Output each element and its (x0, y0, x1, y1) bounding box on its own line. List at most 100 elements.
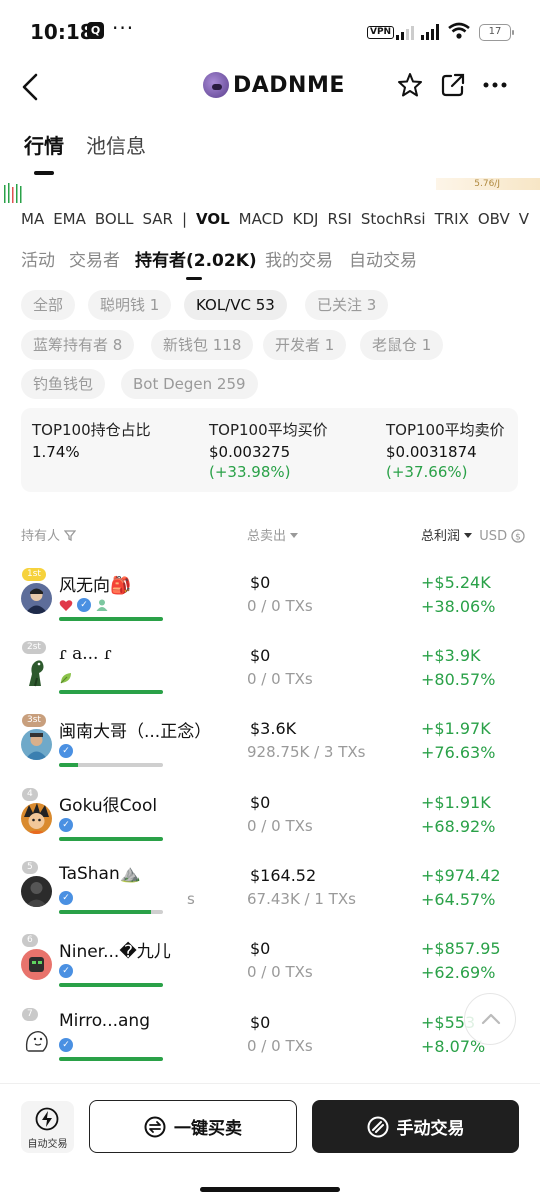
indicator-v[interactable]: V (519, 210, 529, 228)
total-profit: +$857.95 (421, 939, 501, 958)
total-profit: +$3.9K (421, 646, 481, 665)
table-row[interactable]: 3st 闽南大哥（...正念） ✓ $3.6K 928.75K / 3 TXs … (0, 714, 540, 787)
filter-chip-all[interactable]: 全部 (21, 290, 76, 320)
svg-text:$: $ (515, 533, 521, 543)
indicator-trix[interactable]: TRIX (435, 210, 469, 228)
table-row[interactable]: 6 Niner...�九儿 ✓ $0 0 / 0 TXs +$857.95 +6… (0, 934, 540, 1007)
manual-trade-button[interactable]: 手动交易 (312, 1100, 519, 1153)
total-profit: +$1.97K (421, 719, 491, 738)
profit-percent: +80.57% (421, 670, 496, 689)
filter-chip-smart-money[interactable]: 聪明钱 1 (88, 290, 172, 320)
chart-price-tag: 5.76/J (436, 178, 540, 190)
sort-down-icon (464, 533, 473, 538)
stat-top100-avg-buy: TOP100平均买价 $0.003275 (+33.98%) (209, 419, 328, 481)
holder-name[interactable]: TaShan⛰️ (59, 864, 141, 884)
stat-top100-holding: TOP100持仓占比 1.74% (32, 419, 151, 461)
table-row[interactable]: 7 Mirro...ang ✓ $0 0 / 0 TXs +$553 +8.07… (0, 1008, 540, 1081)
tx-count: 0 / 0 TXs (247, 597, 313, 615)
active-tab-indicator (34, 171, 54, 175)
top100-stats-card: TOP100持仓占比 1.74% TOP100平均买价 $0.003275 (+… (21, 408, 518, 492)
indicator-sar[interactable]: SAR (142, 210, 172, 228)
share-icon[interactable] (440, 72, 466, 98)
filter-chip-developer[interactable]: 开发者 1 (263, 330, 347, 360)
filter-icon[interactable] (63, 530, 77, 542)
back-arrow-icon[interactable] (18, 72, 42, 102)
active-subtab-indicator (186, 277, 202, 280)
filter-chip-new-wallet[interactable]: 新钱包 118 (151, 330, 254, 360)
holding-progress-fill (59, 763, 78, 767)
app-header: DADNME (0, 66, 540, 110)
indicator-boll[interactable]: BOLL (95, 210, 134, 228)
indicator-stochrsi[interactable]: StochRsi (361, 210, 426, 228)
col-sold-header[interactable]: 总卖出 (247, 525, 299, 544)
token-title: DADNME (203, 72, 345, 98)
verified-icon: ✓ (77, 598, 91, 612)
holder-name[interactable]: 闽南大哥（...正念） (59, 717, 211, 742)
holder-name[interactable]: Mirro...ang (59, 1011, 150, 1031)
indicator-vol[interactable]: VOL (196, 210, 230, 228)
leaf-icon (60, 673, 71, 684)
rank-badge: 3st (22, 714, 46, 727)
table-row[interactable]: 5 TaShan⛰️ ✓ s $164.52 67.43K / 1 TXs +$… (0, 861, 540, 934)
currency-label[interactable]: USD (479, 529, 507, 544)
indicator-ma[interactable]: MA (21, 210, 44, 228)
indicator-kdj[interactable]: KDJ (293, 210, 319, 228)
status-bar: 10:18 Q ··· VPN 17 (0, 0, 540, 66)
tab-activity[interactable]: 活动 (21, 246, 55, 271)
star-icon[interactable] (397, 72, 423, 98)
holder-name[interactable]: Niner...�九儿 (59, 937, 171, 962)
bottom-action-bar: 自动交易 一键买卖 手动交易 (0, 1083, 540, 1199)
total-sold: $0 (250, 573, 271, 592)
filter-chip-followed[interactable]: 已关注 3 (305, 290, 389, 320)
col-sold-label: 总卖出 (247, 529, 287, 544)
currency-switch-icon[interactable]: $ (511, 529, 525, 543)
indicator-divider: | (181, 210, 187, 228)
holding-progress-bar (59, 1057, 163, 1061)
table-row[interactable]: 2st ɾ a... ɾ $0 0 / 0 TXs +$3.9K +80.57% (0, 641, 540, 714)
indicator-macd[interactable]: MACD (239, 210, 284, 228)
holder-name[interactable]: 风无向🎒 (59, 571, 131, 596)
filter-chip-bluechip[interactable]: 蓝筹持有者 8 (21, 330, 135, 360)
holder-tags (59, 671, 73, 685)
chevron-up-icon (481, 1013, 501, 1025)
one-click-trade-button[interactable]: 一键买卖 (89, 1100, 297, 1153)
filter-chip-kol-vc[interactable]: KOL/VC 53 (184, 290, 287, 320)
tab-pool-info[interactable]: 池信息 (86, 130, 146, 159)
col-holder-header[interactable]: 持有人 (21, 525, 77, 544)
filter-chip-insider[interactable]: 老鼠仓 1 (360, 330, 444, 360)
indicator-obv[interactable]: OBV (478, 210, 510, 228)
holder-name[interactable]: ɾ a... ɾ (59, 644, 112, 664)
col-profit-header[interactable]: 总利润 USD $ (421, 525, 525, 544)
scroll-to-top-button[interactable] (464, 993, 516, 1045)
indicator-rsi[interactable]: RSI (327, 210, 351, 228)
avatar (21, 949, 52, 980)
filter-chip-bot-degen[interactable]: Bot Degen 259 (121, 369, 258, 399)
profit-percent: +64.57% (421, 890, 496, 909)
tab-market[interactable]: 行情 (24, 130, 64, 159)
avatar (21, 656, 52, 687)
stat-value: 1.74% (32, 443, 80, 461)
col-profit-label: 总利润 (421, 529, 461, 544)
tab-auto-trade[interactable]: 自动交易 (349, 246, 417, 271)
holder-name[interactable]: Goku很Cool (59, 791, 157, 816)
filter-chip-phishing[interactable]: 钓鱼钱包 (21, 369, 106, 399)
tx-count: 67.43K / 1 TXs (247, 890, 356, 908)
home-indicator[interactable] (200, 1187, 340, 1192)
tab-traders[interactable]: 交易者 (69, 246, 120, 271)
profit-percent: +68.92% (421, 817, 496, 836)
more-options-icon[interactable] (483, 82, 507, 88)
tab-holders[interactable]: 持有者(2.02K) (135, 246, 257, 271)
total-sold: $0 (250, 1013, 271, 1032)
auto-trade-button[interactable]: 自动交易 (21, 1101, 74, 1153)
table-row[interactable]: 1st 风无向🎒 ✓ $0 0 / 0 TXs +$5.24K +38.06% (0, 568, 540, 641)
verified-icon: ✓ (59, 818, 73, 832)
heart-icon (59, 599, 73, 611)
holder-tags: ✓ (59, 964, 73, 978)
holding-progress-bar (59, 910, 163, 914)
indicator-ema[interactable]: EMA (53, 210, 86, 228)
stat-change: (+33.98%) (209, 463, 291, 481)
holder-tags: ✓ (59, 744, 73, 758)
table-row[interactable]: 4 Goku很Cool ✓ $0 0 / 0 TXs +$1.91K +68.9… (0, 788, 540, 861)
tab-my-trades[interactable]: 我的交易 (265, 246, 333, 271)
total-sold: $164.52 (250, 866, 317, 885)
